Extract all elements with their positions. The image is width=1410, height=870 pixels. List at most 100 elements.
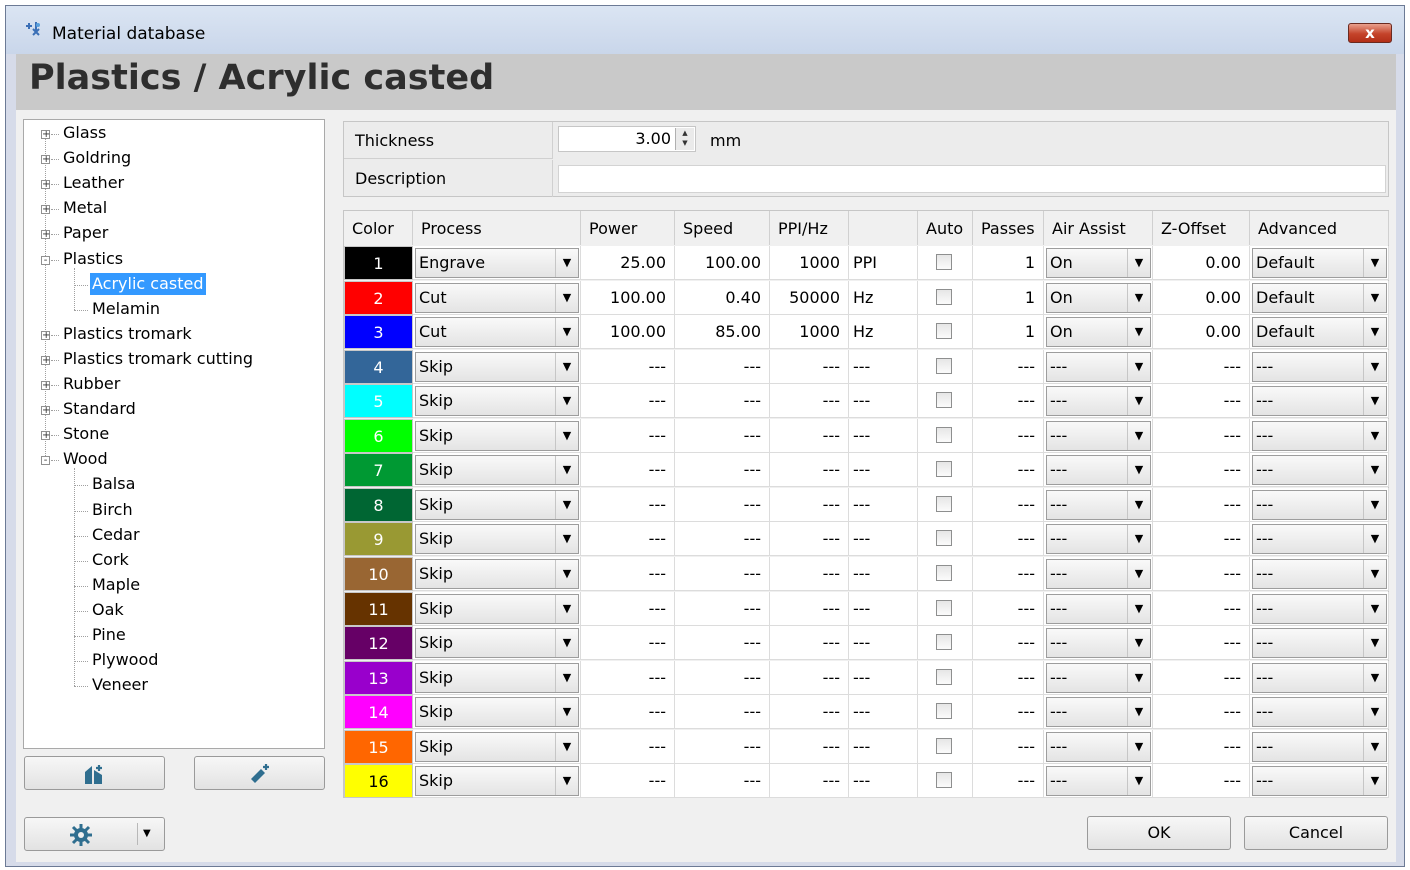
passes-value[interactable]: --- <box>973 522 1044 557</box>
chevron-down-icon[interactable]: ▼ <box>1363 525 1386 554</box>
air-assist-dropdown[interactable]: --- ▼ <box>1046 420 1151 451</box>
tree-item-birch[interactable]: Birch <box>90 499 135 523</box>
chevron-down-icon[interactable]: ▼ <box>1363 594 1386 623</box>
auto-checkbox[interactable] <box>936 668 952 685</box>
ppi-hz-value[interactable]: 1000 <box>770 315 849 350</box>
process-dropdown[interactable]: Engrave ▼ <box>415 248 579 278</box>
column-header[interactable]: Air Assist <box>1044 211 1153 245</box>
chevron-down-icon[interactable]: ▼ <box>555 594 578 623</box>
power-value[interactable]: --- <box>581 695 675 730</box>
advanced-dropdown[interactable]: --- ▼ <box>1252 558 1387 589</box>
chevron-down-icon[interactable]: ▼ <box>555 559 578 588</box>
chevron-down-icon[interactable]: ▼ <box>1363 629 1386 658</box>
air-assist-dropdown[interactable]: On ▼ <box>1046 282 1151 313</box>
color-swatch[interactable]: 2 <box>344 280 413 315</box>
process-dropdown[interactable]: Skip ▼ <box>415 766 579 797</box>
column-header[interactable]: Speed <box>675 211 770 245</box>
chevron-down-icon[interactable]: ▼ <box>1363 283 1386 312</box>
ppi-hz-value[interactable]: --- <box>770 660 849 695</box>
z-offset-value[interactable]: --- <box>1153 764 1250 799</box>
chevron-down-icon[interactable]: ▼ <box>1363 352 1386 381</box>
ppi-hz-value[interactable]: 1000 <box>770 246 849 280</box>
air-assist-dropdown[interactable]: --- ▼ <box>1046 524 1151 555</box>
chevron-down-icon[interactable]: ▼ <box>555 629 578 658</box>
speed-value[interactable]: --- <box>675 729 770 764</box>
passes-value[interactable]: --- <box>973 764 1044 799</box>
speed-value[interactable]: --- <box>675 591 770 626</box>
advanced-dropdown[interactable]: --- ▼ <box>1252 351 1387 382</box>
passes-value[interactable]: --- <box>973 591 1044 626</box>
ppi-hz-value[interactable]: --- <box>770 487 849 522</box>
tree-item-acrylic-casted[interactable]: Acrylic casted <box>90 272 206 297</box>
ppi-hz-value[interactable]: --- <box>770 453 849 488</box>
tree-item-standard[interactable]: Standard <box>61 398 138 422</box>
color-swatch[interactable]: 1 <box>344 246 413 280</box>
chevron-down-icon[interactable]: ▼ <box>1127 421 1150 450</box>
z-offset-value[interactable]: --- <box>1153 487 1250 522</box>
power-value[interactable]: --- <box>581 591 675 626</box>
auto-checkbox[interactable] <box>936 599 952 616</box>
tree-item-balsa[interactable]: Balsa <box>90 473 137 497</box>
chevron-down-icon[interactable]: ▼ <box>555 456 578 485</box>
speed-value[interactable]: --- <box>675 695 770 730</box>
z-offset-value[interactable]: --- <box>1153 556 1250 591</box>
cancel-button[interactable]: Cancel <box>1244 816 1388 850</box>
frequency-unit[interactable]: Hz <box>849 280 918 315</box>
chevron-down-icon[interactable]: ▼ <box>1127 629 1150 658</box>
z-offset-value[interactable]: --- <box>1153 453 1250 488</box>
z-offset-value[interactable]: --- <box>1153 626 1250 661</box>
frequency-unit[interactable]: --- <box>849 487 918 522</box>
air-assist-dropdown[interactable]: --- ▼ <box>1046 351 1151 382</box>
add-material-button[interactable] <box>24 756 165 790</box>
collapse-icon[interactable]: - <box>41 255 50 265</box>
chevron-down-icon[interactable]: ▼ <box>555 283 578 312</box>
chevron-down-icon[interactable]: ▼ <box>555 421 578 450</box>
expand-icon[interactable]: + <box>41 381 50 391</box>
power-value[interactable]: 25.00 <box>581 246 675 280</box>
expand-icon[interactable]: + <box>41 355 50 365</box>
tree-item-pine[interactable]: Pine <box>90 624 128 648</box>
column-header[interactable]: Color <box>344 211 413 245</box>
z-offset-value[interactable]: 0.00 <box>1153 246 1250 280</box>
color-swatch[interactable]: 6 <box>344 418 413 453</box>
chevron-down-icon[interactable]: ▼ <box>1363 387 1386 416</box>
power-value[interactable]: 100.00 <box>581 280 675 315</box>
auto-checkbox[interactable] <box>936 461 952 478</box>
chevron-down-icon[interactable]: ▼ <box>1127 767 1150 796</box>
power-value[interactable]: --- <box>581 453 675 488</box>
advanced-dropdown[interactable]: --- ▼ <box>1252 455 1387 486</box>
chevron-down-icon[interactable]: ▼ <box>555 387 578 416</box>
power-value[interactable]: 100.00 <box>581 315 675 350</box>
frequency-unit[interactable]: --- <box>849 418 918 453</box>
speed-value[interactable]: --- <box>675 384 770 419</box>
air-assist-dropdown[interactable]: --- ▼ <box>1046 662 1151 693</box>
chevron-down-icon[interactable]: ▼ <box>1127 663 1150 692</box>
z-offset-value[interactable]: --- <box>1153 660 1250 695</box>
chevron-down-icon[interactable]: ▼ <box>1363 559 1386 588</box>
ppi-hz-value[interactable]: --- <box>770 384 849 419</box>
auto-checkbox[interactable] <box>936 772 952 789</box>
z-offset-value[interactable]: --- <box>1153 522 1250 557</box>
tree-item-wood[interactable]: Wood <box>61 448 110 472</box>
column-header[interactable]: Auto <box>918 211 973 245</box>
process-dropdown[interactable]: Skip ▼ <box>415 455 579 486</box>
ppi-hz-value[interactable]: --- <box>770 556 849 591</box>
chevron-down-icon[interactable]: ▼ <box>555 318 578 347</box>
frequency-unit[interactable]: --- <box>849 764 918 799</box>
color-swatch[interactable]: 11 <box>344 591 413 626</box>
z-offset-value[interactable]: --- <box>1153 591 1250 626</box>
tree-item-plastics-tromark[interactable]: Plastics tromark <box>61 323 194 347</box>
chevron-down-icon[interactable]: ▼ <box>1127 352 1150 381</box>
description-field[interactable] <box>558 165 1386 193</box>
air-assist-dropdown[interactable]: On ▼ <box>1046 248 1151 278</box>
speed-value[interactable]: --- <box>675 764 770 799</box>
tree-item-glass[interactable]: Glass <box>61 122 108 146</box>
color-swatch[interactable]: 16 <box>344 764 413 799</box>
tree-item-plastics[interactable]: Plastics <box>61 248 125 272</box>
chevron-down-icon[interactable]: ▼ <box>1127 594 1150 623</box>
tree-item-metal[interactable]: Metal <box>61 197 109 221</box>
tree-item-stone[interactable]: Stone <box>61 423 111 447</box>
chevron-down-icon[interactable]: ▼ <box>1363 421 1386 450</box>
frequency-unit[interactable]: --- <box>849 729 918 764</box>
column-header[interactable]: Process <box>413 211 581 245</box>
